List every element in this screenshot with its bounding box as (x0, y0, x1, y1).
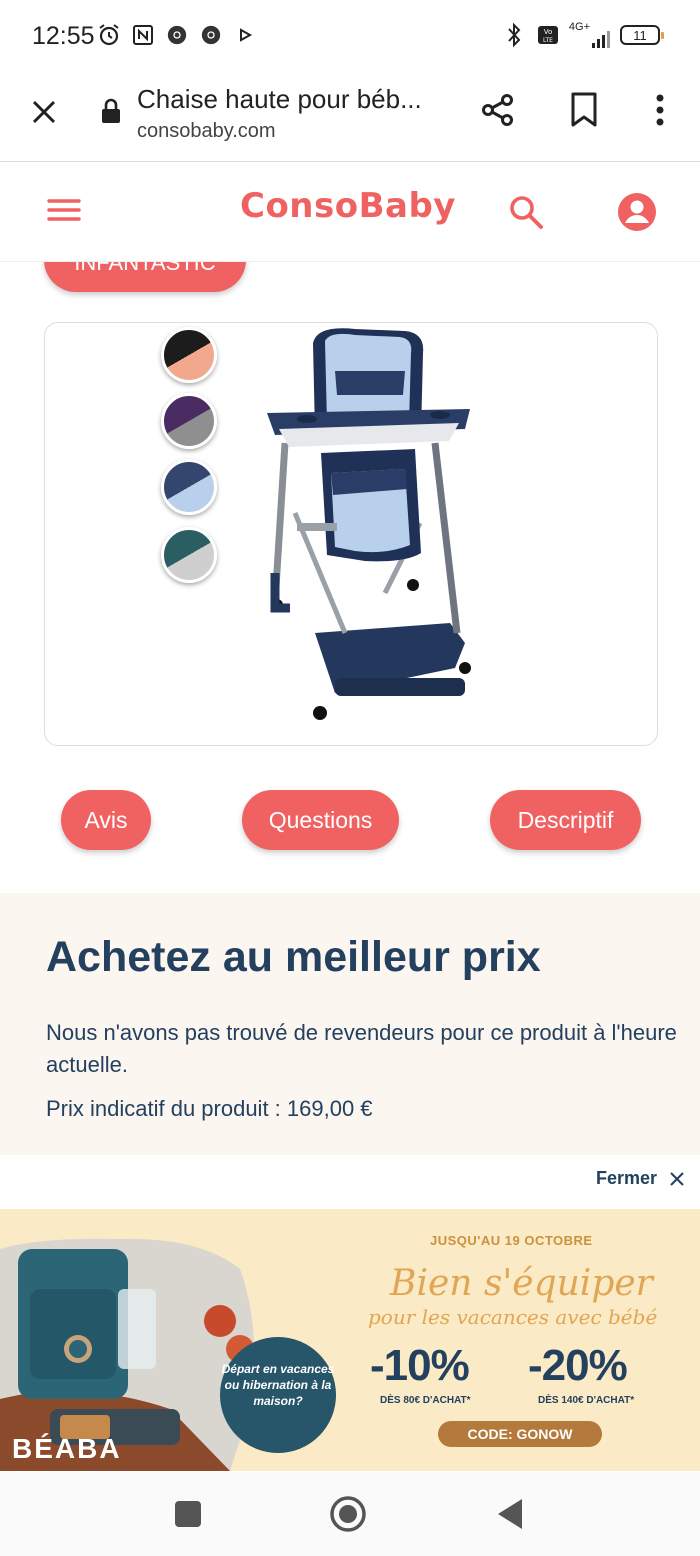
page-domain: consobaby.com (137, 120, 276, 142)
color-swatch[interactable] (161, 327, 217, 383)
indicative-price: Prix indicatif du produit : 169,00 € (46, 1096, 373, 1121)
close-tab-button[interactable] (22, 90, 66, 134)
ad-promo-10: -10% (370, 1341, 470, 1390)
price-heading: Achetez au meilleur prix (46, 933, 541, 981)
hamburger-icon (47, 199, 81, 221)
chrome-icon (164, 22, 190, 48)
alarm-icon (96, 22, 122, 48)
home-button[interactable] (326, 1492, 370, 1536)
account-icon (618, 193, 656, 231)
home-circle-icon (330, 1496, 366, 1532)
lock-icon (100, 98, 122, 124)
battery-indicator: 11 (620, 25, 664, 45)
bluetooth-icon (501, 22, 527, 48)
system-nav-bar (0, 1472, 700, 1556)
ad-subtitle: pour les vacances avec bébé (368, 1305, 658, 1329)
site-logo[interactable]: ConsoBaby (240, 186, 456, 226)
ad-date: JUSQU'AU 19 OCTOBRE (430, 1233, 593, 1248)
status-icons-left (96, 22, 258, 48)
color-swatch[interactable] (161, 527, 217, 583)
ad-promo-10-note: DÈS 80€ D'ACHAT* (380, 1395, 471, 1406)
share-icon (482, 94, 513, 126)
account-button[interactable] (616, 191, 658, 233)
hamburger-menu-button[interactable] (46, 195, 82, 225)
volte-icon: Vo LTE (537, 22, 559, 48)
back-triangle-icon (498, 1499, 522, 1529)
ad-bubble: Départ en vacances ou hibernation à la m… (220, 1337, 336, 1453)
no-reseller-message: Nous n'avons pas trouvé de revendeurs po… (46, 1020, 677, 1077)
ad-promo-20: -20% (528, 1341, 628, 1390)
tab-descriptif[interactable]: Descriptif (490, 790, 641, 850)
high-chair-image (267, 328, 471, 720)
svg-text:LTE: LTE (543, 37, 553, 44)
ad-close-label: Fermer (596, 1168, 658, 1188)
close-icon (670, 1171, 684, 1186)
signal-indicator: 4G+ (569, 22, 610, 48)
nfc-icon (130, 22, 156, 48)
status-bar: 12:55 Vo LTE 4G+ 11 (0, 0, 700, 72)
bookmark-button[interactable] (564, 90, 604, 130)
share-button[interactable] (478, 90, 518, 130)
tab-avis[interactable]: Avis (61, 790, 151, 850)
more-vert-icon (656, 94, 664, 126)
close-icon (32, 100, 56, 124)
ad-brand: BÉABA (12, 1433, 122, 1464)
tab-questions[interactable]: Questions (242, 790, 399, 850)
search-icon (510, 196, 543, 229)
ad-close-button[interactable]: Fermer (596, 1168, 685, 1189)
bookmark-icon (571, 92, 597, 127)
signal-bars-icon (592, 31, 610, 48)
status-icons-right: Vo LTE 4G+ 11 (501, 22, 664, 48)
overflow-menu-button[interactable] (642, 90, 678, 130)
chrome-icon-2 (198, 22, 224, 48)
search-button[interactable] (506, 192, 546, 232)
status-time: 12:55 (32, 22, 95, 50)
ad-product-image (0, 1238, 255, 1471)
price-section: Achetez au meilleur prix Nous n'avons pa… (0, 893, 700, 1155)
ad-promo-20-note: DÈS 140€ D'ACHAT* (538, 1395, 635, 1406)
page-title: Chaise haute pour béb... (137, 84, 422, 114)
back-button[interactable] (488, 1492, 532, 1536)
ad-banner[interactable]: Départ en vacances ou hibernation à la m… (0, 1209, 700, 1471)
svg-text:Vo: Vo (544, 28, 553, 36)
network-type: 4G+ (568, 21, 590, 33)
site-header: ConsoBaby (0, 162, 700, 262)
ad-title: Bien s'équiper (390, 1263, 653, 1304)
product-image-card (44, 322, 658, 746)
ad-promo-code: CODE: GONOW (438, 1421, 602, 1447)
square-icon (175, 1501, 201, 1527)
browser-toolbar: Chaise haute pour béb... consobaby.com (0, 72, 700, 162)
color-swatch[interactable] (161, 459, 217, 515)
play-icon (232, 22, 258, 48)
recents-button[interactable] (166, 1492, 210, 1536)
color-swatch[interactable] (161, 393, 217, 449)
